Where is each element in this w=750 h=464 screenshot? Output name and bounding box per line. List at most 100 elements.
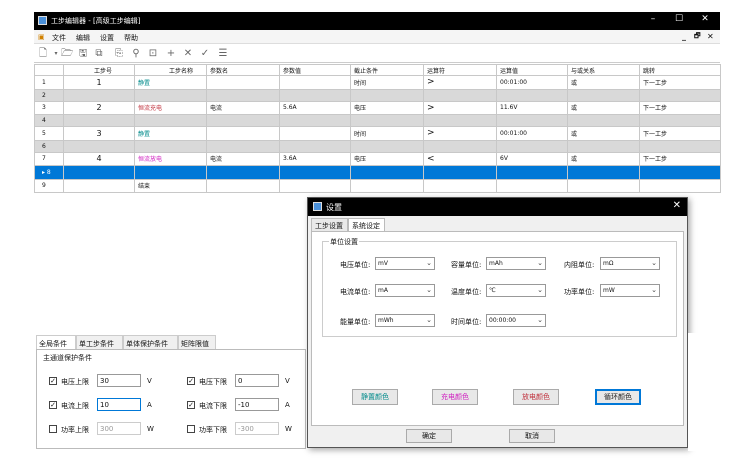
cancel-button[interactable]: 取消	[509, 429, 555, 443]
cell-cond[interactable]	[350, 178, 424, 193]
row-header[interactable]: 3	[34, 100, 64, 115]
cell-param[interactable]	[206, 75, 280, 90]
dialog-close-icon[interactable]: ✕	[673, 200, 681, 211]
cell-param[interactable]	[206, 139, 280, 153]
cell-opval[interactable]	[496, 165, 568, 180]
menu-settings[interactable]: 设置	[100, 33, 114, 43]
menu-file[interactable]: 文件	[52, 33, 66, 43]
save-all-icon[interactable]: ⧉	[93, 48, 105, 60]
menu-edit[interactable]: 编辑	[76, 33, 90, 43]
protection-checkbox[interactable]: ✓	[49, 401, 57, 409]
cell-op[interactable]	[423, 139, 497, 153]
protection-checkbox[interactable]: ✓	[187, 401, 195, 409]
cell-param[interactable]: 电流	[206, 100, 280, 115]
cell-opval[interactable]: 11.6V	[496, 100, 568, 115]
menu-help[interactable]: 帮助	[124, 33, 138, 43]
table-row[interactable]: 6	[34, 139, 721, 153]
cell-param[interactable]	[206, 126, 280, 141]
discharge-color-button[interactable]: 放电颜色	[513, 389, 559, 405]
cycle-color-button[interactable]: 循环颜色	[595, 389, 641, 405]
table-row[interactable]: 9 结束	[34, 178, 721, 193]
minimize-button[interactable]: –	[646, 14, 660, 24]
cell-value[interactable]: 3.6A	[279, 151, 351, 166]
cell-jump[interactable]	[639, 88, 721, 102]
resistance-unit-select[interactable]: mΩ ⌄	[600, 257, 660, 270]
protection-input[interactable]: 10	[97, 398, 141, 411]
column-header[interactable]: 工步名称	[134, 64, 207, 76]
cell-op[interactable]: <	[423, 151, 497, 166]
row-header[interactable]: 5	[34, 126, 64, 141]
cell-value[interactable]	[279, 178, 351, 193]
cell-op[interactable]: >	[423, 126, 497, 141]
row-header[interactable]: 9	[34, 178, 64, 193]
cell-step[interactable]	[63, 88, 135, 102]
cell-op[interactable]: >	[423, 100, 497, 115]
cell-logic[interactable]: 或	[567, 100, 640, 115]
cell-op[interactable]	[423, 114, 497, 127]
column-header[interactable]: 跳转	[639, 64, 721, 76]
cell-opval[interactable]	[496, 139, 568, 153]
cell-logic[interactable]: 或	[567, 151, 640, 166]
cell-cond[interactable]: 电压	[350, 151, 424, 166]
protection-checkbox[interactable]: ✓	[49, 377, 57, 385]
table-row[interactable]: 1 1 静置 时间 >00:01:00 或下一工步	[34, 75, 721, 90]
pin-icon[interactable]: ⚲	[130, 48, 142, 60]
cell-opval[interactable]	[496, 88, 568, 102]
current-unit-select[interactable]: mA ⌄	[375, 284, 435, 297]
column-header[interactable]: 与或关系	[567, 64, 640, 76]
charge-color-button[interactable]: 充电颜色	[432, 389, 478, 405]
cell-step[interactable]: 4	[63, 151, 135, 166]
column-header[interactable]: 工步号	[63, 64, 135, 76]
energy-unit-select[interactable]: mWh ⌄	[375, 314, 435, 327]
save-icon[interactable]: 🖫	[77, 48, 89, 60]
cell-op[interactable]	[423, 178, 497, 193]
row-header[interactable]: 6	[34, 139, 64, 153]
table-row[interactable]: 3 2 恒流充电 电流 5.6A 电压 >11.6V 或下一工步	[34, 100, 721, 115]
cell-jump[interactable]: 下一工步	[639, 126, 721, 141]
cell-cond[interactable]	[350, 88, 424, 102]
cell-step[interactable]	[63, 114, 135, 127]
table-row[interactable]: ▸ 8	[34, 165, 721, 180]
cell-logic[interactable]	[567, 139, 640, 153]
cell-name[interactable]: 恒流充电	[134, 100, 207, 115]
cell-jump[interactable]: 下一工步	[639, 75, 721, 90]
temperature-unit-select[interactable]: ℃ ⌄	[486, 284, 546, 297]
cell-name[interactable]	[134, 165, 207, 180]
cell-name[interactable]	[134, 88, 207, 102]
mdi-restore-button[interactable]: 🗗	[694, 32, 701, 43]
cell-logic[interactable]	[567, 165, 640, 180]
column-header[interactable]	[34, 64, 64, 76]
cell-step[interactable]	[63, 139, 135, 153]
cell-cond[interactable]: 电压	[350, 100, 424, 115]
cell-opval[interactable]	[496, 178, 568, 193]
power-unit-select[interactable]: mW ⌄	[600, 284, 660, 297]
cell-opval[interactable]: 00:01:00	[496, 75, 568, 90]
protection-input[interactable]: 0	[235, 374, 279, 387]
row-header[interactable]: ▸ 8	[34, 165, 64, 180]
close-button[interactable]: ✕	[698, 14, 712, 24]
cell-cond[interactable]: 时间	[350, 126, 424, 141]
check-icon[interactable]: ✓	[199, 48, 211, 60]
cell-opval[interactable]: 00:01:00	[496, 126, 568, 141]
delete-icon[interactable]: ✕	[182, 48, 194, 60]
cell-cond[interactable]	[350, 139, 424, 153]
column-header[interactable]: 运算值	[496, 64, 568, 76]
table-row[interactable]: 4	[34, 114, 721, 127]
mdi-minimize-button[interactable]: _	[682, 32, 686, 41]
cell-value[interactable]	[279, 139, 351, 153]
rest-color-button[interactable]: 静置颜色	[352, 389, 398, 405]
insert-icon[interactable]: ⊡	[147, 48, 159, 60]
column-header[interactable]: 截止条件	[350, 64, 424, 76]
protection-checkbox[interactable]	[187, 425, 195, 433]
column-header[interactable]: 参数名	[206, 64, 280, 76]
column-header[interactable]: 运算符	[423, 64, 497, 76]
column-header[interactable]: 参数值	[279, 64, 351, 76]
cell-op[interactable]	[423, 88, 497, 102]
cell-logic[interactable]: 或	[567, 126, 640, 141]
cell-jump[interactable]	[639, 178, 721, 193]
cell-logic[interactable]: 或	[567, 75, 640, 90]
cell-logic[interactable]	[567, 114, 640, 127]
cell-name[interactable]: 结束	[134, 178, 207, 193]
add-icon[interactable]: +	[165, 48, 177, 60]
cell-step[interactable]	[63, 178, 135, 193]
